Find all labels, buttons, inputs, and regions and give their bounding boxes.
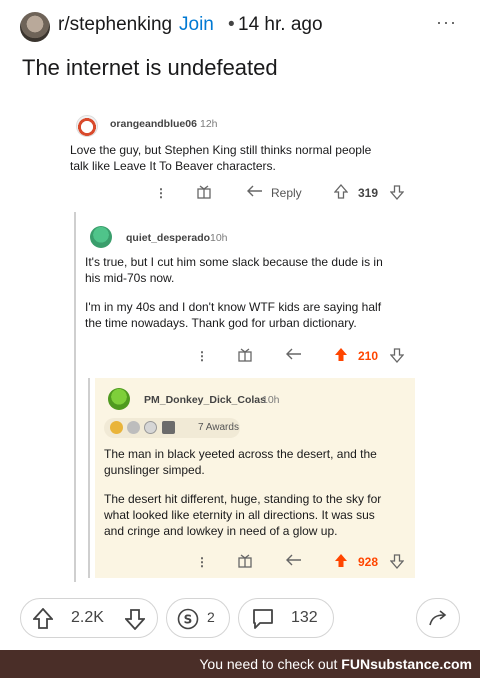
comment-count: 132 bbox=[291, 609, 318, 626]
post-score: 2.2K bbox=[71, 609, 104, 626]
awards-badge[interactable]: 7 Awards bbox=[104, 418, 240, 438]
vote-count: 928 bbox=[358, 555, 379, 569]
subreddit-avatar[interactable] bbox=[20, 12, 50, 42]
post-time: 14 hr. ago bbox=[238, 14, 323, 35]
downvote-icon[interactable] bbox=[123, 608, 147, 635]
comment-line: The man in black yeeted across the deser… bbox=[104, 447, 377, 461]
join-button[interactable]: Join bbox=[179, 14, 214, 36]
vote-pill: 2.2K bbox=[20, 598, 158, 638]
upvote-icon[interactable] bbox=[31, 607, 55, 635]
comment-body: Love the guy, but Stephen King still thi… bbox=[70, 142, 415, 174]
separator-dot: • bbox=[228, 14, 235, 35]
award-icon[interactable] bbox=[238, 554, 252, 571]
upvote-icon[interactable] bbox=[333, 184, 349, 202]
award-icon[interactable] bbox=[238, 348, 252, 365]
awards-count: 7 Awards bbox=[198, 422, 239, 433]
comment-body: It's true, but I cut him some slack beca… bbox=[85, 254, 420, 331]
comment-screenshot: orangeandblue06 12h Love the guy, but St… bbox=[60, 100, 422, 590]
comment-line: The desert hit different, huge, standing… bbox=[104, 492, 382, 506]
vote-count: 319 bbox=[358, 186, 379, 200]
comment-body: The man in black yeeted across the deser… bbox=[104, 446, 416, 539]
more-options-icon[interactable]: ⋮ bbox=[155, 186, 167, 200]
comment-line: Love the guy, but Stephen King still thi… bbox=[70, 143, 372, 157]
comment-time: 10h bbox=[262, 394, 280, 406]
comment-icon bbox=[251, 608, 275, 635]
post-action-bar: 2.2K S 2 132 bbox=[0, 598, 480, 642]
comment-line: and cringe and lowkey in need of a glow … bbox=[104, 524, 338, 538]
award-icon bbox=[162, 421, 175, 434]
award-coin-icon: S bbox=[177, 608, 199, 635]
comment-line: what looked like eternity in all directi… bbox=[104, 508, 375, 522]
comment-pill[interactable]: 132 bbox=[238, 598, 334, 638]
comment-line: I'm in my 40s and I don't know WTF kids … bbox=[85, 300, 382, 314]
post-title: The internet is undefeated bbox=[22, 55, 278, 80]
reply-icon[interactable] bbox=[286, 554, 302, 569]
user-avatar bbox=[76, 115, 98, 137]
more-options-icon[interactable]: ⋮ bbox=[196, 555, 208, 569]
comment-username[interactable]: orangeandblue06 bbox=[110, 118, 197, 130]
share-button[interactable] bbox=[416, 598, 460, 638]
thread-line[interactable] bbox=[74, 212, 76, 582]
comment-time: 12h bbox=[200, 118, 218, 130]
watermark-text: You need to check out FUNsubstance.com bbox=[199, 656, 472, 672]
upvote-icon[interactable] bbox=[334, 347, 348, 365]
award-icon bbox=[110, 421, 123, 434]
post-header: r/stephenking Join • 14 hr. ago ··· bbox=[0, 0, 480, 52]
comment-line: gunslinger simped. bbox=[104, 463, 205, 477]
comment-line: talk like Leave It To Beaver characters. bbox=[70, 159, 276, 173]
svg-text:S: S bbox=[184, 613, 193, 627]
vote-count: 210 bbox=[358, 349, 379, 363]
award-pill[interactable]: S 2 bbox=[166, 598, 230, 638]
more-options-icon[interactable]: ··· bbox=[436, 12, 457, 33]
user-avatar bbox=[108, 388, 130, 410]
subreddit-name[interactable]: r/stephenking bbox=[58, 14, 172, 36]
award-count: 2 bbox=[207, 609, 215, 625]
award-icon[interactable] bbox=[197, 185, 211, 202]
comment-line: It's true, but I cut him some slack beca… bbox=[85, 255, 383, 269]
reply-button[interactable]: Reply bbox=[271, 186, 302, 200]
user-avatar bbox=[90, 226, 112, 248]
more-options-icon[interactable]: ⋮ bbox=[196, 349, 208, 363]
comment-line: his mid-70s now. bbox=[85, 271, 175, 285]
watermark-footer: You need to check out FUNsubstance.com bbox=[0, 650, 480, 678]
thread-line[interactable] bbox=[88, 378, 90, 578]
comment-time: 10h bbox=[210, 232, 228, 244]
downvote-icon[interactable] bbox=[389, 348, 405, 366]
upvote-icon[interactable] bbox=[334, 553, 348, 571]
downvote-icon[interactable] bbox=[389, 554, 405, 572]
comment-line: the time nowadays. Thank god for urban d… bbox=[85, 316, 357, 330]
reply-icon[interactable] bbox=[247, 185, 263, 200]
reply-icon[interactable] bbox=[286, 348, 302, 363]
award-icon bbox=[144, 421, 157, 434]
downvote-icon[interactable] bbox=[389, 185, 405, 203]
comment-username[interactable]: quiet_desperado bbox=[126, 232, 210, 244]
watermark-brand: FUNsubstance.com bbox=[341, 656, 472, 672]
comment-username[interactable]: PM_Donkey_Dick_Colas bbox=[144, 394, 266, 406]
watermark-prefix: You need to check out bbox=[199, 656, 342, 672]
share-icon bbox=[428, 609, 448, 632]
award-icon bbox=[127, 421, 140, 434]
